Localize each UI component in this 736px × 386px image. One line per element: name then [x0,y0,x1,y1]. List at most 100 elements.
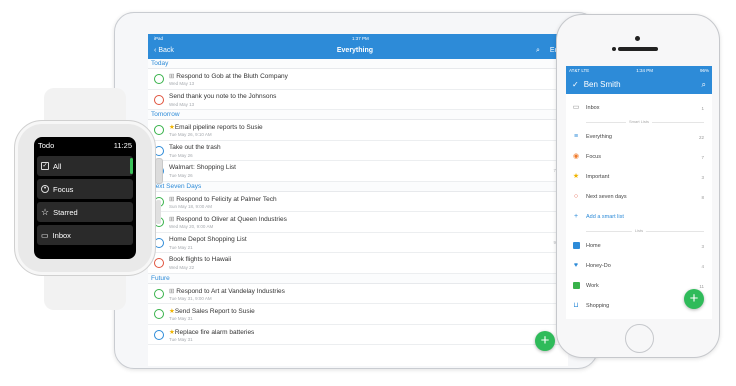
focus-icon: ◉ [572,153,580,160]
task-row[interactable]: Take out the trash Tue May 26 [148,141,568,161]
list-item-everything[interactable]: ≡ Everything 22 [566,127,712,147]
account-button[interactable]: ✓ Ben Smith [572,80,621,89]
back-button[interactable]: ‹ Back [154,47,174,54]
search-icon[interactable]: ⌕ [536,47,540,55]
grid-icon: ⊞ [169,216,175,223]
lists-divider: Lists [566,227,712,236]
task-title: Respond to Felicity at Palmer Tech [176,195,277,203]
task-subtitle: Wed May 13 [169,81,195,86]
task-row[interactable]: ★Email pipeline reports to Susie Tue May… [148,120,568,141]
list-count: 1 [701,105,704,111]
task-row[interactable]: ⊞ Respond to Oliver at Queen Industries … [148,212,568,233]
task-row[interactable]: ⊞ Respond to Felicity at Palmer Tech Sun… [148,192,568,212]
section-header-next-seven-days: Next Seven Days [148,181,568,192]
add-list-button[interactable]: + [684,289,704,309]
section-header-today: Today [148,59,568,69]
briefcase-icon [572,282,580,290]
list-label: Honey-Do [586,263,611,269]
watch-screen: Todo 11:25 ✓ All • Focus ☆ Starred ▭ Inb… [34,137,136,259]
task-subtitle: Tue May 26, 9:10 AM [169,132,212,137]
watch-band-bottom [44,270,126,310]
list-count: 4 [701,263,704,269]
task-row[interactable]: Walmart: Shopping List Tue May 26 7 [148,161,568,182]
list-count: 11 [699,283,704,289]
task-title: Book flights to Hawaii [169,256,232,263]
task-row[interactable]: ★Replace fire alarm batteries Tue May 31 [148,325,568,345]
list-item-next-seven-days[interactable]: ○ Next seven days 8 [566,187,712,207]
list-item-focus[interactable]: ◉ Focus 7 [566,147,712,167]
watch-side-button [156,200,161,224]
section-header-tomorrow: Tomorrow [148,110,568,120]
list-item-home[interactable]: Home 3 [566,236,712,256]
task-row[interactable]: ⊞ Respond to Gob at the Bluth Company We… [148,69,568,90]
iphone-home-button [625,324,654,353]
list-lines-icon: ≡ [573,133,579,140]
task-row[interactable]: Send thank you note to the Johnsons Wed … [148,90,568,110]
circle-icon: ○ [573,193,579,200]
task-subtitle: Tue May 21 [169,244,193,250]
add-smart-list-label: Add a smart list [586,214,624,220]
task-checkbox[interactable] [154,125,164,135]
lists-header: Lists [631,228,647,233]
iphone-sensor [612,47,616,51]
task-subtitle: Wed May 20, 9:00 AM [169,224,214,229]
task-row[interactable]: ★Send Sales Report to Susie Tue May 31 [148,304,568,325]
watch-item-label: Starred [53,207,78,217]
task-row[interactable]: ⊞ Respond to Art at Vandelay Industries … [148,284,568,304]
task-title: Take out the trash [169,143,221,151]
task-subtitle: Tue May 26 [169,152,193,158]
task-title: Send thank you note to the Johnsons [169,92,277,100]
carrier-label: AT&T LTE [569,68,590,73]
grid-icon: ⊞ [169,73,175,80]
iphone-status-bar: AT&T LTE 1:34 PM 96% [566,66,712,75]
list-label: Home [586,243,601,249]
chevron-left-icon: ‹ [154,47,157,54]
inbox-icon: ▭ [572,104,580,111]
task-row[interactable]: Book flights to Hawaii Wed May 22 [148,253,568,274]
task-checkbox[interactable] [154,74,164,84]
smart-lists-divider: Smart Lists [566,118,712,127]
watch-app-title: Todo [38,141,55,150]
ipad-status-bar: iPad 1:37 PM ▭ [148,34,568,42]
grid-icon: ⊞ [169,195,175,203]
list-item-honey-do[interactable]: ♥ Honey-Do 4 [566,256,712,276]
list-count: 7 [701,154,704,160]
watch-item-all[interactable]: ✓ All [37,156,133,176]
heart-icon: ♥ [573,262,579,269]
inbox-icon: ▭ [41,230,49,240]
list-count: 3 [701,243,704,249]
list-label: Shopping [586,303,610,309]
watch-item-starred[interactable]: ☆ Starred [37,202,133,222]
list-count: 3 [701,174,704,180]
star-icon: ☆ [41,206,50,217]
ipad-status-time: 1:37 PM [351,35,369,41]
task-checkbox[interactable] [154,288,164,299]
check-circle-icon: ✓ [572,80,579,89]
list-item-important[interactable]: ★ Important 3 [566,167,712,187]
search-icon[interactable]: ⌕ [702,80,706,90]
list-item-inbox[interactable]: ▭ Inbox 1 [566,98,712,118]
ipad-device: iPad 1:37 PM ▭ ‹ Back Everything ⌕ Edit … [114,12,598,369]
list-label: Important [586,174,610,180]
home-icon [572,242,580,250]
task-subtitle: Tue May 26 [169,173,193,178]
iphone-device: AT&T LTE 1:34 PM 96% ✓ Ben Smith ⌕ ▭ Inb… [556,14,720,358]
task-checkbox[interactable] [154,258,164,268]
checkbox-icon: ✓ [41,162,49,170]
task-subtitle: Tue May 31 [169,336,193,342]
task-checkbox[interactable] [154,329,164,340]
task-checkbox[interactable] [154,94,164,105]
watch-item-inbox[interactable]: ▭ Inbox [37,225,133,245]
task-subtitle: Tue May 31, 9:00 AM [169,295,212,301]
watch-item-label: All [53,161,62,171]
cart-icon: ⊔ [573,302,579,309]
task-row[interactable]: Home Depot Shopping List Tue May 21 9 [148,233,568,253]
iphone-speaker [618,47,658,51]
task-subtitle: Wed May 22 [169,265,195,270]
ipad-status-device: iPad [154,35,164,41]
task-title: Replace fire alarm batteries [174,328,255,336]
add-task-button[interactable]: + [535,331,555,351]
task-checkbox[interactable] [154,309,164,319]
add-smart-list-button[interactable]: + Add a smart list [566,207,712,227]
watch-item-focus[interactable]: • Focus [37,179,133,199]
